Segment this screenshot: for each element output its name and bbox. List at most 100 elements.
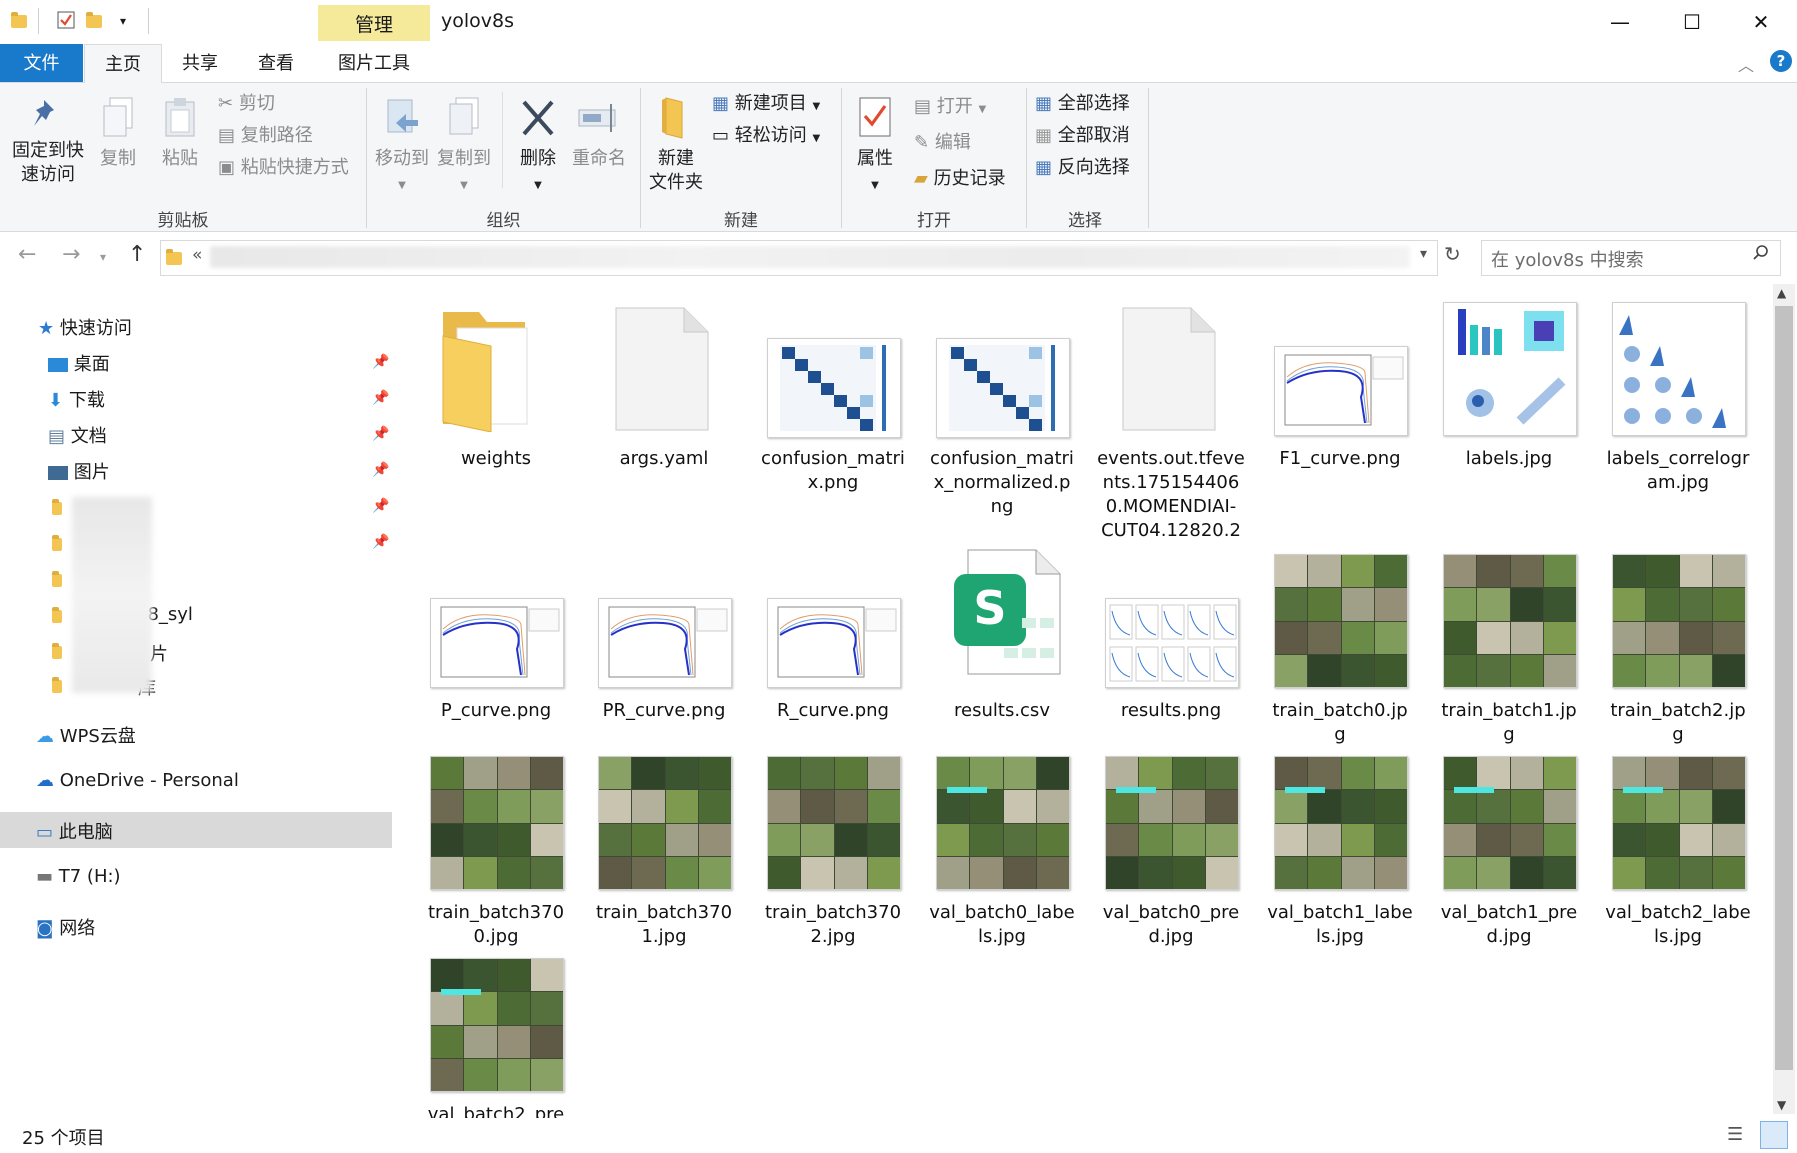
easy-access-button[interactable]: ▭ 轻松访问 ▼ [712, 124, 820, 151]
nav-this-pc[interactable]: ▭ 此电脑 [36, 818, 113, 844]
edit-button[interactable]: ✎ 编辑 [914, 131, 971, 155]
scroll-up-arrow-icon[interactable]: ▲ [1777, 286, 1786, 300]
new-item-button[interactable]: ▦ 新建项目 ▼ [712, 92, 820, 119]
properties-button[interactable]: 属性 ▼ [846, 96, 904, 198]
delete-button[interactable]: 删除 ▼ [508, 96, 568, 198]
nav-quick-access[interactable]: ★ 快速访问 [38, 314, 132, 340]
open-label: 打开 [936, 96, 973, 117]
nav-quick-access-label: 快速访问 [59, 318, 132, 339]
nav-wps-cloud[interactable]: ☁ WPS云盘 [36, 722, 136, 748]
copy-to-button[interactable]: 复制到 ▼ [434, 96, 494, 198]
recent-locations-button[interactable]: ▾ [100, 250, 106, 264]
tab-picture-tools[interactable]: 图片工具 [318, 44, 430, 82]
photo-tile [1444, 654, 1477, 687]
minimize-button[interactable]: — [1584, 0, 1656, 44]
dropdown-arrow-icon: ▼ [871, 180, 879, 191]
properties-quick-icon[interactable] [55, 10, 77, 32]
photo-tile [1477, 588, 1510, 621]
nav-drive-t7[interactable]: ▬ T7 (H:) [36, 866, 121, 887]
invert-selection-button[interactable]: ▦ 反向选择 [1035, 156, 1130, 180]
file-name-line: val_batch2_labe [1605, 902, 1751, 923]
new-folder-button[interactable]: 新建 文件夹 [644, 96, 708, 195]
nav-downloads[interactable]: ⬇ 下载 [48, 386, 105, 412]
nav-desktop[interactable]: 桌面 [48, 350, 110, 376]
photo-tile [1341, 588, 1374, 621]
photo-tile [1172, 790, 1205, 823]
photo-tile [937, 790, 970, 823]
photo-tile [1510, 588, 1543, 621]
file-name-line: train_batch2.jp [1610, 700, 1746, 721]
photo-tile [1308, 654, 1341, 687]
large-icons-view-icon[interactable] [1760, 1121, 1788, 1149]
file-name-line: events.out.tfeve [1097, 448, 1245, 469]
details-view-icon[interactable]: ☰ [1727, 1124, 1743, 1145]
photo-tile [665, 790, 698, 823]
file-name: labels.jpg [1426, 447, 1592, 471]
photo-tile [1341, 823, 1374, 856]
divider [38, 8, 39, 34]
folder-icon [433, 306, 543, 433]
close-button[interactable]: ✕ [1725, 0, 1797, 44]
photo-tile [1341, 757, 1374, 790]
move-to-button[interactable]: 移动到 ▼ [372, 96, 432, 198]
photo-tile [698, 856, 731, 889]
search-input[interactable]: 在 yolov8s 中搜索 [1491, 246, 1644, 272]
back-button[interactable]: ← [18, 242, 36, 267]
paste-button[interactable]: 粘贴 [154, 96, 206, 171]
nav-documents[interactable]: ▤ 文档 [48, 422, 107, 448]
customize-toolbar-icon[interactable]: ▾ [112, 10, 134, 32]
address-history-dropdown-icon[interactable]: ▾ [1420, 246, 1427, 262]
manage-tab[interactable]: 管理 [318, 5, 430, 41]
select-none-button[interactable]: ▦ 全部取消 [1035, 124, 1130, 148]
select-all-button[interactable]: ▦ 全部选择 [1035, 92, 1130, 116]
nav-onedrive[interactable]: ☁ OneDrive - Personal [36, 770, 239, 791]
file-name-line: train_batch370 [595, 902, 733, 923]
nav-folder-partial[interactable]: 片 [150, 640, 168, 666]
photo-tile [1712, 621, 1745, 654]
tab-file[interactable]: 文件 [0, 44, 83, 82]
address-overflow-chevron[interactable]: « [192, 245, 202, 265]
maximize-button[interactable]: ☐ [1656, 0, 1728, 44]
photo-tile [1341, 856, 1374, 889]
photo-tile [1646, 856, 1679, 889]
cut-button[interactable]: ✂ 剪切 [218, 92, 275, 116]
photo-tile [1679, 654, 1712, 687]
collapse-ribbon-icon[interactable]: ︿ [1738, 52, 1754, 76]
confusion-matrix-thumbnail [767, 338, 901, 438]
photo-tile [1510, 790, 1543, 823]
tab-view[interactable]: 查看 [240, 44, 312, 82]
nav-pictures[interactable]: 图片 [48, 458, 110, 484]
photo-tile [1275, 621, 1308, 654]
photo-tile [1613, 757, 1646, 790]
file-name-line: CUT04.12820.2 [1101, 520, 1241, 541]
up-button[interactable]: ↑ [128, 242, 146, 267]
file-name: args.yaml [581, 447, 747, 471]
file-name-line: confusion_matri [761, 448, 905, 469]
photo-tile [464, 1058, 497, 1091]
copy-path-button[interactable]: ▤ 复制路径 [218, 124, 313, 148]
search-icon[interactable] [1752, 244, 1770, 266]
rename-button[interactable]: 重命名 [568, 96, 630, 171]
copy-button[interactable]: 复制 [92, 96, 144, 171]
help-icon[interactable]: ? [1770, 50, 1792, 72]
photo-tile [599, 856, 632, 889]
history-button[interactable]: ▰ 历史记录 [914, 167, 1006, 191]
tab-share[interactable]: 共享 [160, 44, 240, 82]
file-name-line: ls.jpg [978, 926, 1026, 947]
photo-tile [1712, 555, 1745, 588]
paste-shortcut-button[interactable]: ▣ 粘贴快捷方式 [218, 156, 349, 180]
svg-text:S: S [973, 581, 1006, 635]
photo-tile [1543, 654, 1576, 687]
scroll-down-arrow-icon[interactable]: ▼ [1777, 1098, 1786, 1112]
file-name: val_batch0_pre d.jpg [1088, 901, 1254, 949]
file-name: results.png [1088, 699, 1254, 723]
new-folder-quick-icon[interactable] [83, 10, 105, 32]
refresh-icon[interactable]: ↻ [1444, 242, 1461, 266]
tab-home[interactable]: 主页 [84, 44, 162, 83]
nav-network[interactable]: ◙ 网络 [36, 914, 95, 940]
open-button[interactable]: ▤ 打开 ▼ [914, 95, 986, 122]
scrollbar-thumb[interactable] [1775, 306, 1793, 1070]
file-name-line: train_batch370 [427, 902, 565, 923]
forward-button[interactable]: → [62, 242, 80, 267]
pin-quick-access-button[interactable]: 固定到快 速访问 [6, 96, 90, 187]
